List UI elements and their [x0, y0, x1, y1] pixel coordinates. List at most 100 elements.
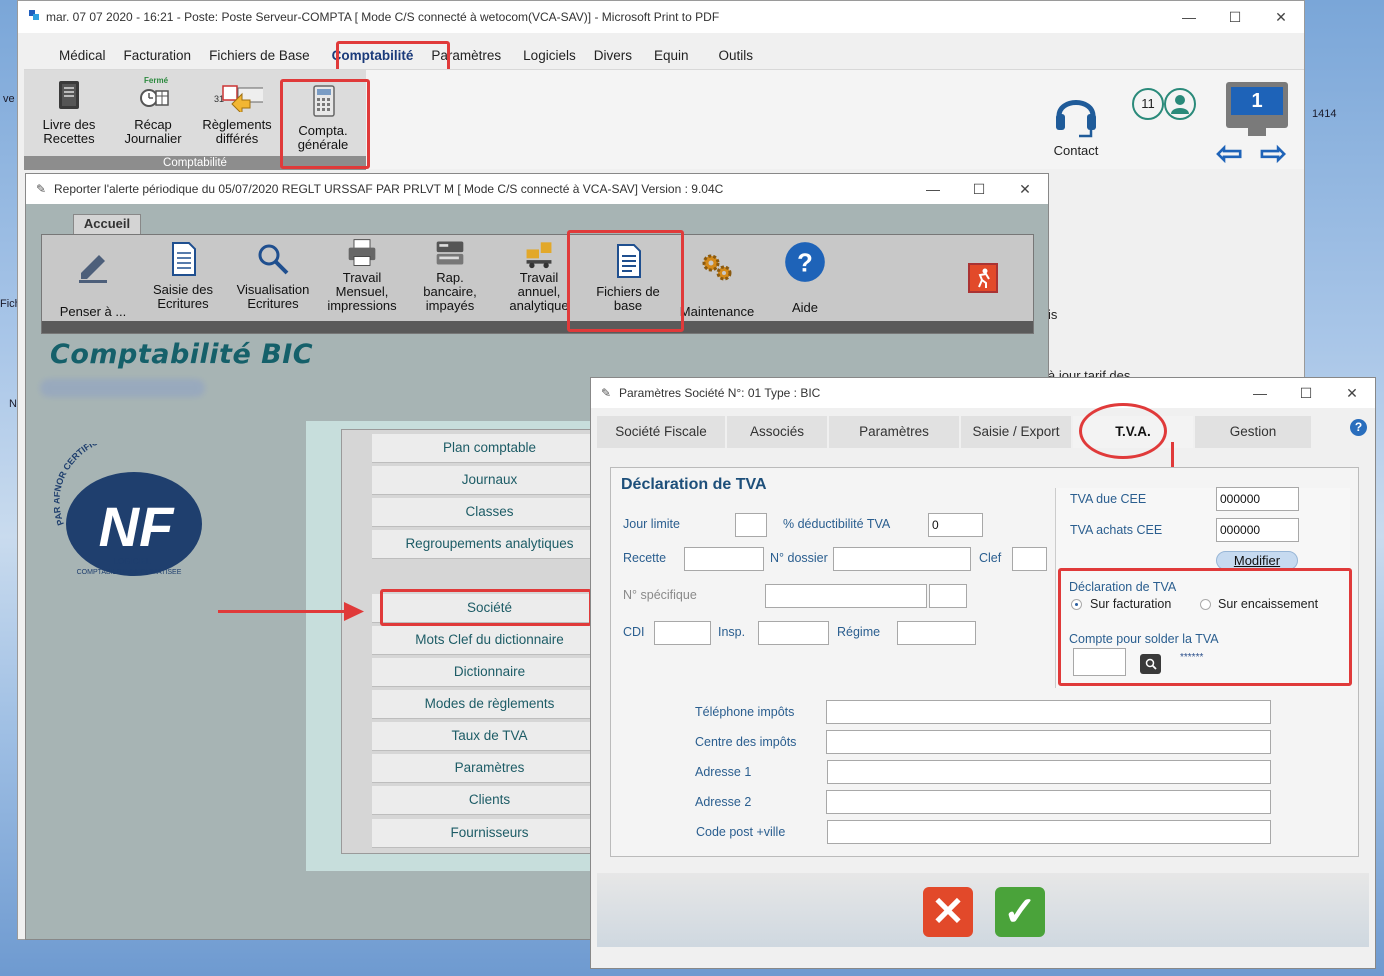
param-titlebar[interactable]: ✎ Paramètres Société N°: 01 Type : BIC —…	[591, 378, 1375, 408]
tool-label: Saisie des	[153, 282, 213, 297]
menu-fournisseurs[interactable]: Fournisseurs	[372, 819, 607, 848]
no-specifique-input[interactable]	[765, 584, 927, 608]
menu-logiciels[interactable]: Logiciels	[514, 45, 585, 69]
adresse1-input[interactable]	[827, 760, 1271, 784]
adresse1-label: Adresse 1	[695, 765, 752, 779]
close-button[interactable]: ✕	[1329, 378, 1375, 408]
menu-mots-clef[interactable]: Mots Clef du dictionnaire	[372, 626, 607, 655]
insp-input[interactable]	[758, 621, 829, 645]
telephone-input[interactable]	[826, 700, 1271, 724]
menu-dictionnaire[interactable]: Dictionnaire	[372, 658, 607, 687]
aide-button[interactable]: ? Aide	[760, 241, 850, 315]
menu-fichiers-de-base[interactable]: Fichiers de Base	[200, 45, 319, 69]
menu-classes[interactable]: Classes	[372, 498, 607, 527]
no-dossier-input[interactable]	[833, 547, 971, 571]
cdi-input[interactable]	[654, 621, 711, 645]
menu-parametres[interactable]: Paramètres	[422, 45, 510, 69]
close-button[interactable]: ✕	[1258, 1, 1304, 33]
regime-input[interactable]	[897, 621, 976, 645]
parametres-societe-window: ✎ Paramètres Société N°: 01 Type : BIC —…	[590, 377, 1376, 969]
tab-parametres[interactable]: Paramètres	[829, 416, 959, 448]
minimize-button[interactable]: —	[910, 174, 956, 204]
contact-button[interactable]: Contact	[1040, 88, 1112, 158]
saisie-ecritures-button[interactable]: Saisie des Ecritures	[138, 241, 228, 311]
headset-icon	[1056, 100, 1096, 138]
main-titlebar[interactable]: mar. 07 07 2020 - 16:21 - Poste: Poste S…	[18, 1, 1304, 33]
compte-solder-input[interactable]	[1073, 648, 1126, 676]
menu-divers[interactable]: Divers	[585, 45, 641, 69]
svg-text:?: ?	[797, 249, 813, 277]
radio-sur-encaissement[interactable]	[1200, 599, 1211, 610]
clef-input[interactable]	[1012, 547, 1047, 571]
minimize-button[interactable]: —	[1237, 378, 1283, 408]
menu-clients[interactable]: Clients	[372, 786, 607, 815]
ribbon-label: générale	[297, 137, 349, 152]
exit-icon[interactable]	[968, 263, 998, 293]
travail-annuel-button[interactable]: Travail annuel, analytique	[494, 237, 584, 313]
compta-tool-ribbon: Penser à ... Saisie des Ecritures Visual…	[41, 234, 1034, 334]
livre-des-recettes-button[interactable]: Livre des Recettes	[26, 78, 112, 146]
tool-label: Penser à ...	[59, 304, 127, 319]
ferme-badge: Fermé	[144, 76, 169, 85]
tool-label: Ecritures	[157, 296, 209, 311]
deductibilite-input[interactable]	[928, 513, 983, 537]
search-icon[interactable]	[1140, 654, 1161, 674]
help-icon[interactable]: ?	[1350, 419, 1367, 436]
menu-societe[interactable]: Société	[372, 594, 607, 623]
tab-accueil[interactable]: Accueil	[73, 214, 141, 234]
arrow-right-icon[interactable]: ⇨	[1260, 137, 1287, 169]
fichiers-de-base-button[interactable]: Fichiers de base	[583, 243, 673, 313]
tool-label: impayés	[425, 298, 475, 313]
radio-sur-facturation[interactable]	[1071, 599, 1082, 610]
notification-badge[interactable]: 11	[1132, 88, 1164, 120]
tva-due-cee-input[interactable]	[1216, 487, 1299, 511]
minimize-button[interactable]: —	[1166, 1, 1212, 33]
centre-impots-input[interactable]	[826, 730, 1271, 754]
maximize-button[interactable]: ☐	[956, 174, 1002, 204]
menu-plan-comptable[interactable]: Plan comptable	[372, 434, 607, 463]
tva-achats-cee-input[interactable]	[1216, 518, 1299, 542]
code-post-input[interactable]	[827, 820, 1271, 844]
modifier-button[interactable]: Modifier	[1216, 551, 1298, 570]
menu-facturation[interactable]: Facturation	[115, 45, 201, 69]
reglements-differes-button[interactable]: 31 Règlements différés	[194, 78, 280, 146]
menu-journaux[interactable]: Journaux	[372, 466, 607, 495]
penser-a-button[interactable]: Penser à ...	[48, 241, 138, 319]
menu-comptabilite[interactable]: Comptabilité	[323, 45, 423, 69]
menu-regroupements-analytiques[interactable]: Regroupements analytiques	[372, 530, 607, 559]
menu-taux-de-tva[interactable]: Taux de TVA	[372, 722, 607, 751]
close-button[interactable]: ✕	[1002, 174, 1048, 204]
maintenance-button[interactable]: Maintenance	[672, 241, 762, 319]
recette-input[interactable]	[684, 547, 764, 571]
desktop-text: N	[9, 398, 17, 410]
param-tabs: Société Fiscale Associés Paramètres Sais…	[597, 416, 1369, 448]
maximize-button[interactable]: ☐	[1212, 1, 1258, 33]
rap-bancaire-button[interactable]: Rap. bancaire, impayés	[405, 237, 495, 313]
tab-saisie-export[interactable]: Saisie / Export	[961, 416, 1071, 448]
tab-societe-fiscale[interactable]: Société Fiscale	[597, 416, 725, 448]
ribbon-label: différés	[215, 131, 259, 146]
ok-button[interactable]: ✓	[995, 887, 1045, 937]
menu-parametres[interactable]: Paramètres	[372, 754, 607, 783]
menu-outils[interactable]: Outils	[710, 45, 763, 69]
arrow-left-icon[interactable]: ⇦	[1216, 137, 1243, 169]
menu-equin[interactable]: Equin	[645, 45, 698, 69]
screen-selector[interactable]: 1	[1226, 82, 1288, 136]
nf-line2: COMPTABILITE INFORMATISEE	[77, 569, 182, 576]
tab-associes[interactable]: Associés	[727, 416, 827, 448]
menu-modes-de-reglements[interactable]: Modes de règlements	[372, 690, 607, 719]
jour-limite-input[interactable]	[735, 513, 767, 537]
cancel-button[interactable]: ✕	[923, 887, 973, 937]
recap-journalier-button[interactable]: Fermé Récap Journalier	[110, 76, 196, 146]
tab-gestion[interactable]: Gestion	[1195, 416, 1311, 448]
adresse2-input[interactable]	[826, 790, 1271, 814]
compta-titlebar[interactable]: ✎ Reporter l'alerte périodique du 05/07/…	[26, 174, 1048, 204]
no-specifique-extra-input[interactable]	[929, 584, 967, 608]
menu-medical[interactable]: Médical	[50, 45, 115, 69]
maximize-button[interactable]: ☐	[1283, 378, 1329, 408]
visualisation-ecritures-button[interactable]: Visualisation Ecritures	[228, 241, 318, 311]
nf-logo: PAR AFNOR CERTIFICATION NF LOGICIEL COMP…	[54, 444, 202, 576]
user-icon[interactable]	[1164, 88, 1196, 120]
travail-mensuel-button[interactable]: Travail Mensuel, impressions	[317, 237, 407, 313]
compta-generale-button[interactable]: Compta. générale	[280, 84, 366, 152]
